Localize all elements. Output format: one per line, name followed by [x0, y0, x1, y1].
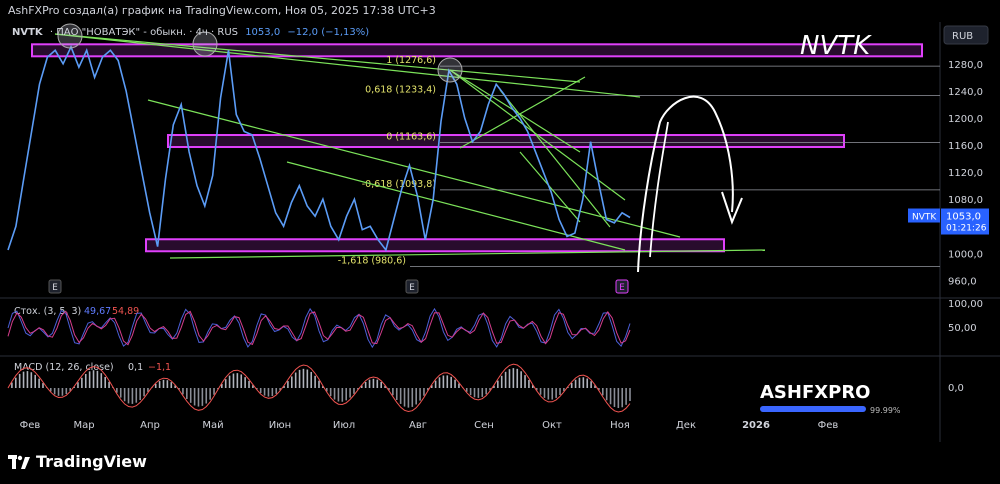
macd-signal-value: −1,1 [148, 362, 171, 373]
price-series-line [7, 44, 631, 252]
fib-level-label: 0,618 (1233,4) [365, 84, 436, 95]
x-tick-label: Июн [269, 420, 291, 431]
fib-level-label: -1,618 (980,6) [338, 256, 406, 267]
y-tick-label: 1160,0 [948, 141, 983, 152]
symbol-change: −12,0 (−1,13%) [287, 27, 370, 38]
tradingview-logo[interactable]: TradingView [8, 452, 147, 471]
y-tick-label: 1280,0 [948, 60, 983, 71]
y-tick-label: 1240,0 [948, 87, 983, 98]
trend-line [54, 33, 581, 83]
earnings-marker-label: E [409, 283, 415, 293]
x-tick-label: Фев [20, 420, 41, 431]
price-zone [167, 134, 845, 149]
price-tag-timer: 01:21:26 [946, 224, 987, 234]
x-tick-label: Июл [333, 420, 355, 431]
x-tick-label: 2026 [742, 420, 770, 431]
brand-progress-fill [760, 406, 866, 412]
chart-author-header: AshFXPro создал(а) график на TradingView… [8, 4, 436, 17]
y-tick-label: 1000,0 [948, 249, 983, 260]
symbol-name: NVTK [12, 27, 43, 38]
x-tick-label: Авг [409, 420, 427, 431]
fib-level-label: 0 (1163,6) [386, 132, 436, 143]
symbol-description: · ПАО "НОВАТЭК" - обыкн. · 4ч · RUS [49, 27, 238, 38]
x-tick-label: Ноя [610, 420, 630, 431]
swing-high-marker [437, 57, 463, 83]
x-tick-label: Дек [676, 420, 696, 431]
x-tick-label: Сен [474, 420, 494, 431]
y-tick-label: 960,0 [948, 276, 977, 287]
footer-bar [0, 442, 1000, 484]
symbol-price: 1053,0 [245, 27, 281, 38]
x-tick-label: Фев [818, 420, 839, 431]
earnings-marker-label: E [619, 283, 625, 293]
stochastic-d-value: 54,89 [112, 306, 139, 317]
x-tick-label: Апр [140, 420, 160, 431]
trend-line [147, 99, 681, 238]
stochastic-tick-label: 100,00 [948, 299, 983, 310]
stochastic-k-value: 49,67 [84, 306, 111, 317]
tradingview-mark-icon [8, 454, 30, 469]
y-tick-label: 1080,0 [948, 195, 983, 206]
price-tag-price: 1053,0 [946, 212, 981, 223]
tradingview-name: TradingView [36, 452, 147, 471]
earnings-marker-label: E [52, 283, 58, 293]
nvtk-watermark: NVTK [800, 31, 872, 61]
x-tick-label: Окт [542, 420, 562, 431]
macd-tick-label: 0,0 [948, 383, 964, 394]
price-tag-symbol: NVTK [912, 213, 937, 223]
x-tick-label: Мар [73, 420, 94, 431]
macd-value: 0,1 [128, 362, 143, 373]
price-chart[interactable]: 1280,01240,01200,01160,01120,01080,01040… [0, 22, 1000, 442]
macd-label: MACD (12, 26, close) [14, 362, 114, 373]
currency-label: RUB [952, 31, 973, 42]
symbol-legend: NVTK · ПАО "НОВАТЭК" - обыкн. · 4ч · RUS… [12, 27, 373, 38]
brand-name: ASHFXPRO [760, 382, 871, 403]
y-tick-label: 1200,0 [948, 114, 983, 125]
x-tick-label: Май [202, 420, 223, 431]
brand-progress-label: 99.99% [870, 406, 901, 415]
stochastic-tick-label: 50,00 [948, 323, 977, 334]
y-tick-label: 1120,0 [948, 168, 983, 179]
stochastic-label: Стох. (3, 5, 3) [14, 306, 81, 317]
price-zone [145, 238, 725, 253]
chart-area[interactable]: 1280,01240,01200,01160,01120,01080,01040… [0, 22, 1000, 442]
